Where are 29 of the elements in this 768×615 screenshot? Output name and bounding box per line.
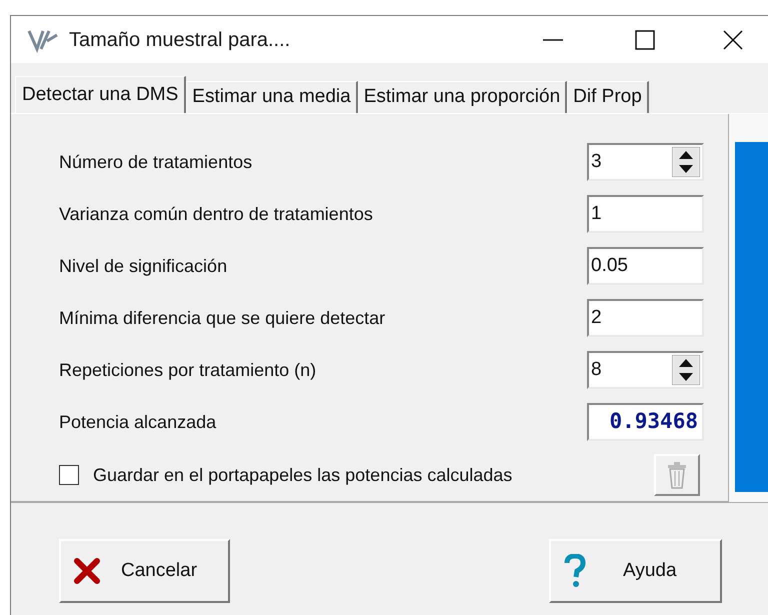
spinner-icon[interactable] — [672, 355, 700, 385]
close-icon[interactable] — [723, 30, 743, 50]
delete-button[interactable] — [654, 454, 700, 496]
tab[interactable]: Detectar una DMS — [15, 76, 186, 114]
field-label: Mínima diferencia que se quiere detectar — [59, 306, 386, 330]
spinner-icon[interactable] — [672, 147, 700, 177]
field-label: Potencia alcanzada — [59, 410, 216, 434]
maximize-icon[interactable] — [635, 30, 655, 50]
trash-icon — [667, 461, 687, 489]
spin-field[interactable]: 8 — [587, 351, 704, 389]
window-title: Tamaño muestral para.... — [69, 28, 290, 52]
input-field[interactable]: 1 — [587, 195, 704, 233]
field-label: Nivel de significación — [59, 254, 228, 278]
cross-icon — [73, 557, 101, 585]
input-field[interactable]: 2 — [587, 299, 704, 337]
checkbox[interactable] — [59, 465, 79, 485]
field-label: Varianza común dentro de tratamientos — [59, 202, 373, 226]
tab[interactable]: Estimar una media — [186, 81, 358, 113]
field-label: Repeticiones por tratamiento (n) — [59, 358, 316, 382]
spin-field[interactable]: 3 — [587, 143, 704, 181]
checkbox-label: Guardar en el portapapeles las potencias calculadas — [93, 464, 512, 487]
input-field[interactable]: 0.05 — [587, 247, 704, 285]
tab[interactable]: Estimar una proporción — [358, 81, 568, 113]
question-mark-icon — [563, 554, 587, 588]
tab[interactable]: Dif Prop — [567, 81, 649, 113]
cancel-button[interactable]: Cancelar — [59, 539, 230, 603]
field-label: Número de tratamientos — [59, 150, 252, 174]
help-button[interactable]: Ayuda — [549, 539, 722, 603]
result-field[interactable]: 0.93468 — [587, 403, 704, 441]
